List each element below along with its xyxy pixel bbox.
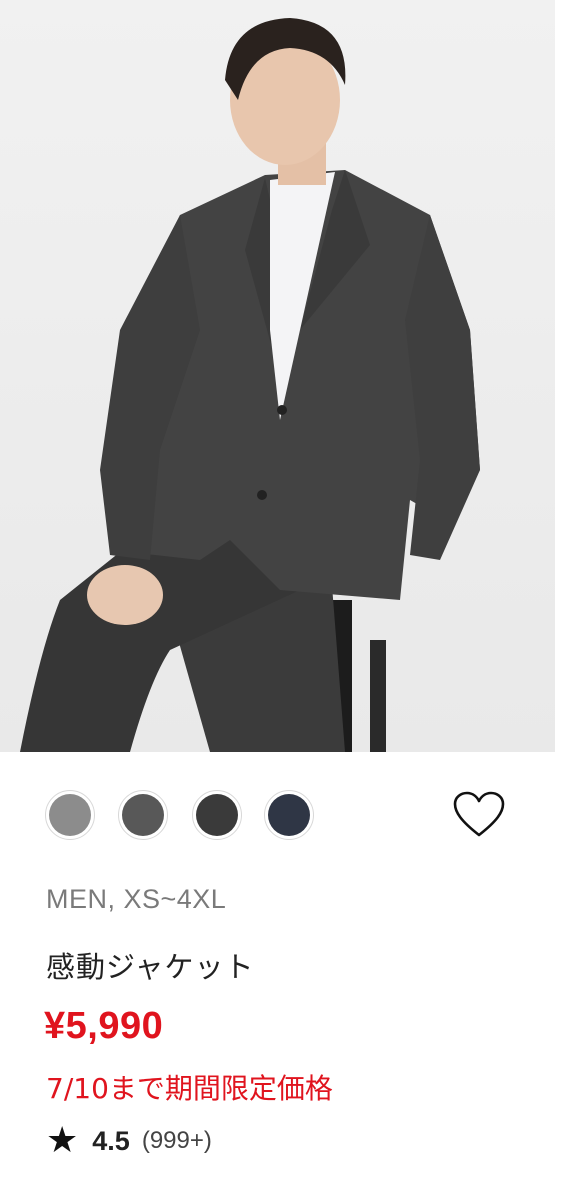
color-swatch-navy[interactable] [264, 790, 314, 840]
product-price: ¥5,990 [44, 1005, 164, 1047]
star-icon: ★ [46, 1120, 79, 1161]
color-swatch-gray[interactable] [118, 790, 168, 840]
model-illustration [20, 18, 480, 752]
product-name[interactable]: 感動ジャケット [46, 944, 255, 986]
product-image[interactable] [0, 0, 555, 752]
review-count: (999+) [141, 1127, 212, 1154]
heart-icon [453, 791, 505, 837]
product-card: MEN, XS~4XL 感動ジャケット ¥5,990 7/10まで期間限定価格 … [0, 0, 569, 1200]
color-swatch-light-gray[interactable] [45, 790, 95, 840]
rating-score: 4.5 [92, 1125, 130, 1156]
color-swatch-dark-gray[interactable] [192, 790, 242, 840]
limited-price-notice: 7/10まで期間限定価格 [46, 1072, 333, 1105]
product-gender-sizes: MEN, XS~4XL [46, 884, 227, 914]
product-rating[interactable]: ★ 4.5 (999+) [46, 1121, 212, 1161]
favorite-button[interactable] [452, 790, 506, 840]
